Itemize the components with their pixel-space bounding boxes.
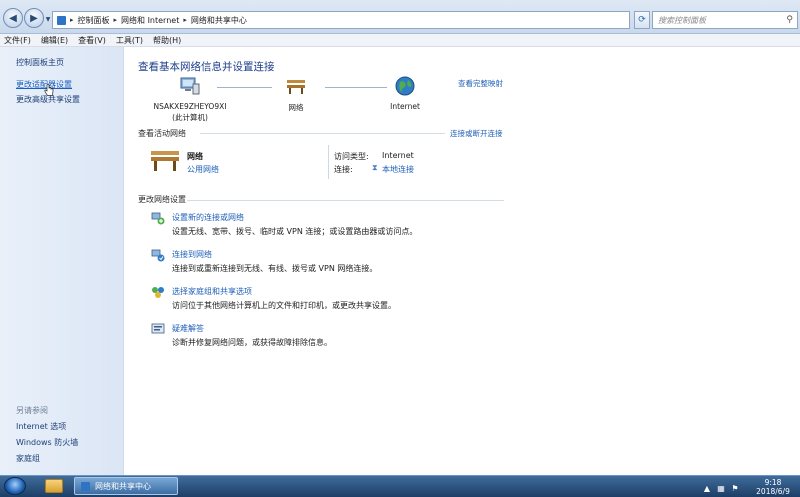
task-troubleshoot-link[interactable]: 疑难解答 [172, 323, 204, 334]
tray-action-center-icon[interactable]: ⚑ [730, 484, 740, 493]
address-box[interactable]: ▸ 控制面板 ▸ 网络和 Internet ▸ 网络和共享中心 [52, 11, 630, 29]
task-connect-desc: 连接到或重新连接到无线、有线、拨号或 VPN 网络连接。 [172, 264, 378, 273]
sidebar-item-windows-firewall[interactable]: Windows 防火墙 [16, 437, 78, 448]
main-panel: 查看基本网络信息并设置连接 查看完整映射 NSAKXE9ZHEYO9XI (此计… [125, 47, 800, 475]
full-map-link[interactable]: 查看完整映射 [458, 78, 503, 89]
refresh-button[interactable]: ⟳ [634, 11, 650, 29]
start-button[interactable] [4, 477, 26, 495]
task-setup-link[interactable]: 设置新的连接或网络 [172, 212, 244, 223]
history-dropdown-button[interactable]: ▼ [44, 15, 52, 23]
refresh-icon: ⟳ [638, 15, 646, 25]
computer-name: NSAKXE9ZHEYO9XI [153, 102, 227, 111]
ethernet-icon: ⧗ [372, 163, 378, 172]
network-setup-icon [151, 212, 165, 225]
computer-icon[interactable] [179, 76, 201, 96]
menu-edit[interactable]: 编辑(E) [41, 35, 68, 46]
tray-expand-icon[interactable]: ▲ [702, 484, 712, 493]
forward-button[interactable]: ▶ [24, 8, 44, 28]
connect-network-icon [151, 249, 165, 262]
menu-bar: 文件(F) 编辑(E) 查看(V) 工具(T) 帮助(H) [0, 34, 800, 47]
homegroup-icon [152, 287, 164, 298]
access-type-label: 访问类型: [334, 152, 369, 161]
map-connector [325, 87, 387, 88]
connect-disconnect-link[interactable]: 连接或断开连接 [450, 128, 503, 139]
task-homegroup-link[interactable]: 选择家庭组和共享选项 [172, 286, 252, 297]
map-connector [217, 87, 272, 88]
chevron-right-icon: ▸ [70, 16, 74, 24]
sidebar-item-control-panel-home[interactable]: 控制面板主页 [16, 57, 64, 68]
taskbar-explorer-button[interactable] [40, 477, 68, 495]
menu-help[interactable]: 帮助(H) [153, 35, 181, 46]
task-homegroup-desc: 访问位于其他网络计算机上的文件和打印机，或更改共享设置。 [172, 301, 396, 310]
task-troubleshoot-desc: 诊断并修复网络问题，或获得故障排除信息。 [172, 338, 332, 347]
clock-date: 2018/6/9 [756, 487, 790, 496]
search-placeholder: 搜索控制面板 [658, 15, 706, 25]
breadcrumb-network-center[interactable]: 网络和共享中心 [191, 15, 247, 26]
connections-label: 连接: [334, 165, 353, 174]
back-button[interactable]: ◀ [3, 8, 23, 28]
search-input[interactable]: 搜索控制面板 ⚲ [652, 11, 798, 29]
bench-icon[interactable] [285, 77, 307, 95]
sidebar-item-internet-options[interactable]: Internet 选项 [16, 421, 66, 432]
tray-network-icon[interactable]: ▦ [716, 484, 726, 493]
folder-icon [45, 479, 63, 493]
tray-clock[interactable]: 9:18 2018/6/9 [746, 478, 800, 496]
hand-cursor-icon [44, 84, 54, 96]
menu-tools[interactable]: 工具(T) [116, 35, 143, 46]
menu-file[interactable]: 文件(F) [4, 35, 31, 46]
sidebar: 控制面板主页 更改适配器设置 更改高级共享设置 另请参阅 Internet 选项… [0, 47, 124, 475]
task-connect-link[interactable]: 连接到网络 [172, 249, 212, 260]
arrow-left-icon: ◀ [9, 12, 17, 24]
vertical-divider [328, 145, 329, 179]
sidebar-item-homegroup[interactable]: 家庭组 [16, 453, 40, 464]
chevron-right-icon: ▸ [113, 16, 118, 24]
search-icon: ⚲ [786, 15, 793, 25]
map-network-label: 网络 [288, 103, 304, 112]
network-center-icon [57, 15, 66, 25]
active-network-header: 查看活动网络 [138, 129, 186, 138]
change-settings-header: 更改网络设置 [138, 195, 186, 204]
arrow-right-icon: ▶ [30, 12, 38, 24]
active-network-type-link[interactable]: 公用网络 [187, 164, 219, 175]
see-also-header: 另请参阅 [16, 406, 48, 415]
network-center-icon [81, 481, 90, 491]
troubleshoot-icon [151, 323, 165, 334]
menu-view[interactable]: 查看(V) [78, 35, 106, 46]
task-setup-desc: 设置无线、宽带、拨号、临时或 VPN 连接；或设置路由器或访问点。 [172, 227, 418, 236]
breadcrumb-control-panel[interactable]: 控制面板 [78, 15, 110, 26]
chevron-right-icon: ▸ [183, 16, 187, 24]
globe-icon[interactable] [395, 76, 415, 96]
map-internet-label: Internet [390, 102, 420, 111]
computer-sub: (此计算机) [172, 113, 208, 122]
section-divider [187, 200, 504, 201]
clock-time: 9:18 [764, 478, 782, 487]
breadcrumb-network-internet[interactable]: 网络和 Internet [121, 15, 179, 26]
active-network-name: 网络 [187, 152, 203, 161]
taskbar-window-label: 网络和共享中心 [95, 481, 151, 491]
bench-icon [151, 151, 179, 171]
taskbar-network-center-button[interactable]: 网络和共享中心 [74, 477, 178, 495]
page-title: 查看基本网络信息并设置连接 [138, 61, 275, 73]
local-connection-link[interactable]: 本地连接 [382, 164, 414, 175]
section-divider [200, 133, 445, 134]
access-type-value: Internet [382, 151, 414, 160]
